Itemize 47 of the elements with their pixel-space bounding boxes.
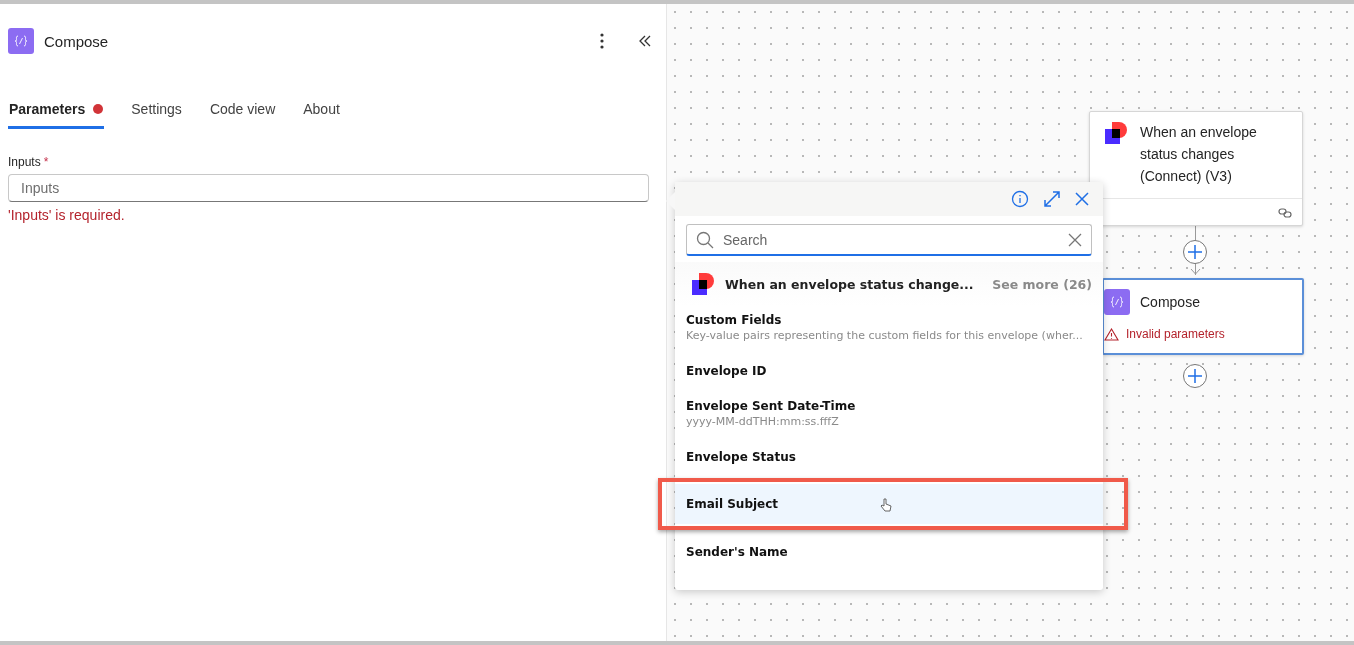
logo-icon (1104, 121, 1128, 145)
token-title: Envelope Status (686, 449, 796, 464)
tab[interactable]: About (302, 96, 341, 129)
token-item[interactable]: Sender's Name (675, 530, 1103, 573)
tab[interactable]: Settings (130, 96, 183, 129)
token-title: Envelope Sent Date-Time (686, 399, 856, 413)
token-title: Sender's Name (686, 544, 788, 559)
more-options-button[interactable] (600, 33, 604, 49)
search-icon (696, 231, 714, 249)
tab[interactable]: Parameters (8, 96, 105, 129)
expand-button[interactable] (1043, 190, 1061, 208)
add-step-button[interactable] (1183, 364, 1207, 388)
error-message: 'Inputs' is required. (8, 207, 126, 223)
token-title: Custom Fields (686, 313, 782, 327)
pointer-icon (880, 498, 892, 512)
link-icon (1278, 207, 1292, 218)
token-description: yyyy-MM-ddTHH:mm:ss.fffZ (686, 415, 839, 428)
source-title: When an envelope status change... (725, 276, 975, 292)
required-mark: * (43, 155, 49, 169)
field-label: Inputs (8, 155, 41, 169)
close-button[interactable] (1075, 192, 1089, 206)
logo-icon (691, 272, 715, 296)
token-item[interactable]: Custom Fields Key-value pairs representing the custom fields for this envelope (wher... (675, 306, 1103, 349)
action-card[interactable]: Compose Invalid parameters (1102, 278, 1304, 355)
warning-icon (1104, 327, 1119, 341)
token-title: Email Subject (686, 497, 779, 511)
panel-title: Compose (44, 32, 109, 50)
token-item[interactable]: Envelope Status (675, 435, 1103, 478)
clear-button[interactable] (1068, 233, 1082, 247)
inputs-field[interactable]: Inputs (8, 174, 649, 202)
token-item[interactable]: Envelope Sent Date-Time yyyy-MM-ddTHH:mm:ss.fffZ (675, 392, 1103, 435)
info-button[interactable] (1011, 190, 1029, 208)
node-title: Compose (1140, 294, 1200, 310)
token-item[interactable]: Envelope ID (675, 349, 1103, 392)
plus-icon (1188, 245, 1202, 259)
add-step-button[interactable] (1183, 240, 1207, 264)
search-field[interactable]: Search (686, 224, 1092, 256)
token-item[interactable]: Email Subject (675, 484, 1103, 524)
trigger-card[interactable]: When an envelope status changes (Connect) (V3) (1089, 111, 1303, 226)
tab[interactable]: Code view (208, 96, 277, 129)
node-title: When an envelope status changes (Connect) (V3) (1140, 123, 1258, 186)
error-message: Invalid parameters (1126, 327, 1225, 341)
plus-icon (1188, 369, 1202, 383)
collapse-button[interactable] (638, 34, 652, 48)
token-description: Key-value pairs representing the custom fields for this envelope (wher... (686, 329, 1083, 342)
compose-icon (8, 28, 34, 54)
token-title: Envelope ID (686, 363, 767, 378)
